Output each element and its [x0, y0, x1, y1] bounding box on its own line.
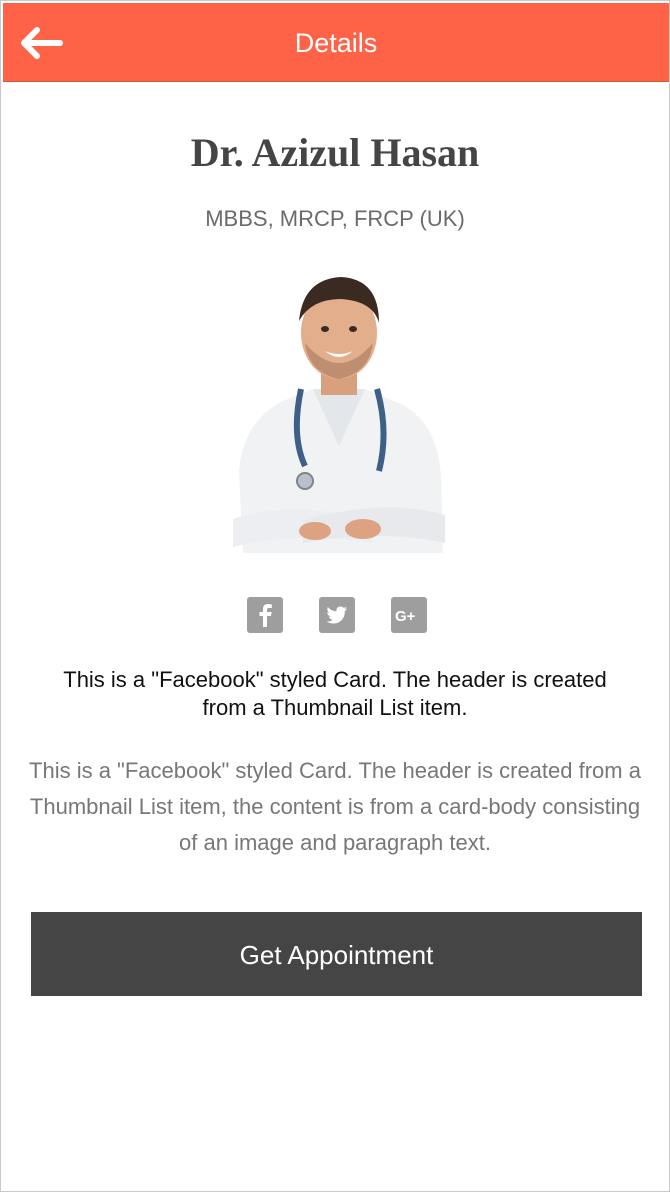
- doctor-photo: [233, 271, 445, 553]
- top-bar: Details: [3, 3, 669, 82]
- doctor-credentials: MBBS, MRCP, FRCP (UK): [205, 206, 465, 231]
- app-frame: Details Dr. Azizul Hasan MBBS, MRCP, FRC…: [0, 0, 670, 1192]
- card-body-text: This is a "Facebook" styled Card. The he…: [29, 758, 641, 855]
- twitter-icon[interactable]: [319, 597, 355, 633]
- card-title: This is a "Facebook" styled Card. The he…: [63, 667, 607, 720]
- page-title: Details: [294, 28, 378, 58]
- social-links: G+: [247, 597, 427, 633]
- google-plus-icon[interactable]: G+: [391, 597, 427, 633]
- get-appointment-button[interactable]: Get Appointment: [31, 912, 642, 996]
- svg-text:G+: G+: [395, 608, 416, 625]
- facebook-icon[interactable]: [247, 597, 283, 633]
- doctor-name: Dr. Azizul Hasan: [190, 130, 480, 175]
